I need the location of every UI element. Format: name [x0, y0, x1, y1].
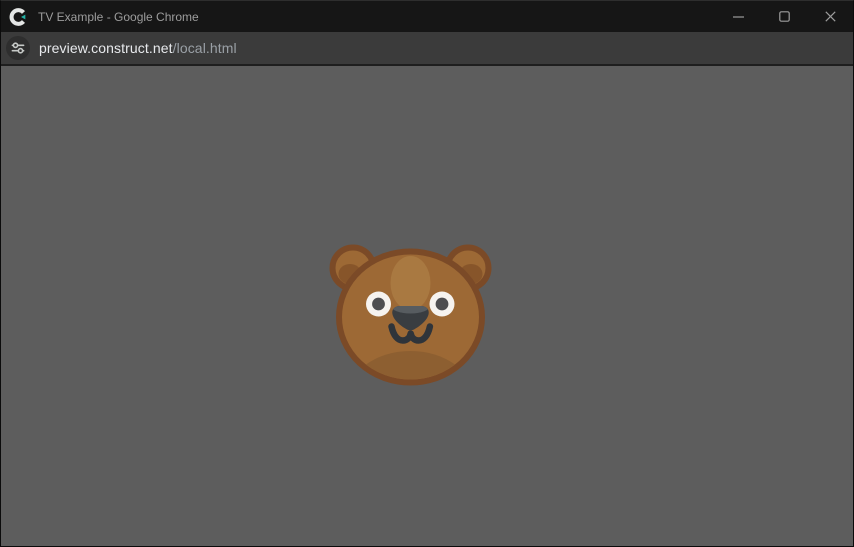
- tune-icon: [9, 39, 27, 57]
- bear-sprite: [329, 241, 493, 389]
- url-domain: preview.construct.net: [39, 40, 173, 56]
- maximize-button[interactable]: [761, 1, 807, 32]
- close-icon: [825, 11, 836, 22]
- window-controls: [715, 1, 853, 32]
- titlebar[interactable]: TV Example - Google Chrome: [1, 1, 853, 32]
- bear-forehead-highlight: [391, 256, 431, 310]
- url-path: /local.html: [173, 40, 237, 56]
- browser-window: TV Example - Google Chrome: [0, 0, 854, 547]
- minimize-button[interactable]: [715, 1, 761, 32]
- maximize-icon: [779, 11, 790, 22]
- game-viewport[interactable]: [1, 66, 853, 546]
- close-button[interactable]: [807, 1, 853, 32]
- minimize-icon: [733, 16, 744, 18]
- site-settings-button[interactable]: [6, 36, 30, 60]
- address-bar[interactable]: preview.construct.net/local.html: [1, 32, 853, 66]
- url-text[interactable]: preview.construct.net/local.html: [39, 40, 237, 56]
- construct-logo-icon: [8, 6, 30, 28]
- window-title: TV Example - Google Chrome: [38, 10, 715, 24]
